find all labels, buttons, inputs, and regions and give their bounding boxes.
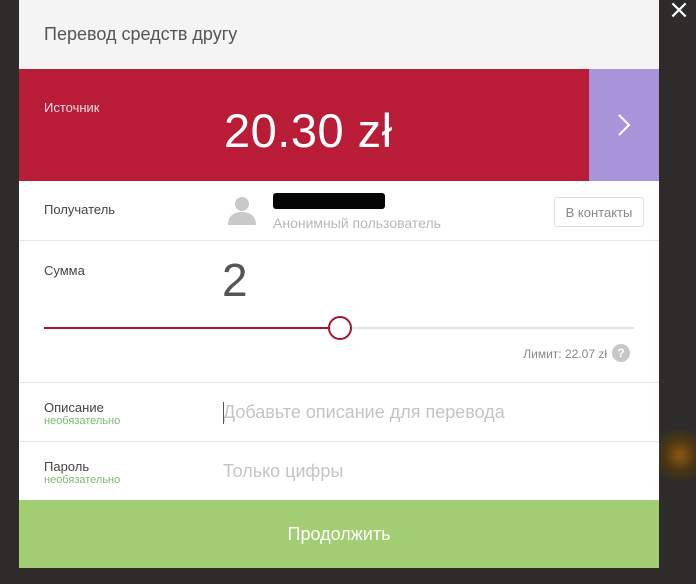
password-label: Пароль bbox=[44, 459, 90, 474]
amount-slider-thumb[interactable] bbox=[328, 316, 352, 340]
amount-label: Сумма bbox=[44, 263, 85, 278]
modal-header: Перевод средств другу bbox=[19, 0, 659, 69]
text-caret bbox=[223, 402, 224, 424]
description-input[interactable] bbox=[223, 397, 633, 427]
source-next-button[interactable] bbox=[589, 69, 659, 181]
amount-slider[interactable] bbox=[44, 316, 634, 340]
recipient-row: Получатель Анонимный пользователь В конт… bbox=[19, 181, 659, 241]
recipient-name-redacted bbox=[273, 193, 385, 209]
amount-row: Сумма 2 Лимит: 22.07 zł ? bbox=[19, 241, 659, 383]
user-silhouette-icon bbox=[228, 197, 256, 225]
password-input[interactable] bbox=[223, 456, 633, 486]
amount-slider-fill bbox=[44, 327, 339, 329]
continue-button[interactable]: Продолжить bbox=[19, 500, 659, 568]
amount-value[interactable]: 2 bbox=[222, 253, 248, 307]
password-row: Пароль необязательно bbox=[19, 442, 659, 501]
limit-text: Лимит: 22.07 zł bbox=[523, 347, 607, 361]
help-icon[interactable]: ? bbox=[612, 344, 630, 362]
description-label: Описание bbox=[44, 400, 104, 415]
password-optional: необязательно bbox=[44, 474, 121, 486]
source-amount: 20.30 zł bbox=[224, 104, 393, 157]
source-panel: Источник 20.30 zł bbox=[19, 69, 659, 181]
close-icon[interactable]: × bbox=[664, 0, 694, 23]
source-label: Источник bbox=[44, 100, 100, 115]
description-optional: необязательно bbox=[44, 415, 121, 427]
chevron-right-icon bbox=[618, 114, 631, 136]
transfer-modal: Перевод средств другу Источник 20.30 zł … bbox=[19, 0, 659, 568]
modal-title: Перевод средств другу bbox=[44, 24, 238, 44]
add-to-contacts-button[interactable]: В контакты bbox=[554, 197, 644, 227]
description-row: Описание необязательно bbox=[19, 383, 659, 442]
recipient-hint: Анонимный пользователь bbox=[273, 215, 441, 231]
recipient-label: Получатель bbox=[44, 202, 116, 217]
